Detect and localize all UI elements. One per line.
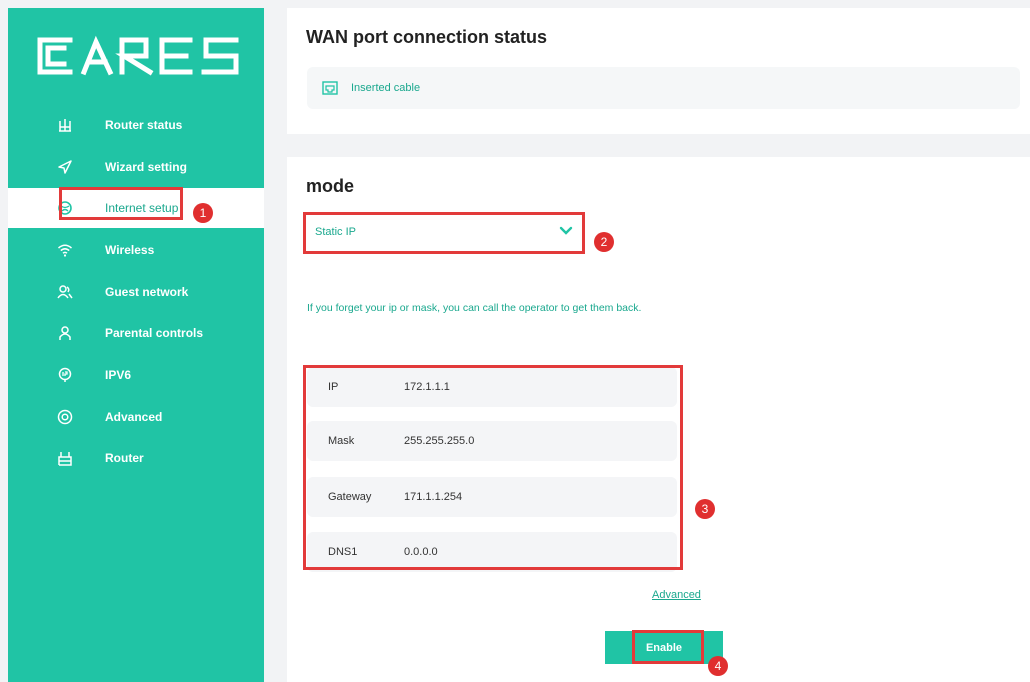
field-label: Mask	[328, 435, 355, 447]
annotation-badge-3: 3	[695, 499, 715, 519]
sidebar-item-ipv6[interactable]: IPV6	[8, 355, 264, 395]
sidebar-item-label: Router status	[105, 118, 183, 132]
sidebar-item-label: Guest network	[105, 285, 189, 299]
connection-mode-select[interactable]: Static IP	[307, 214, 581, 250]
ipv6-icon	[57, 367, 73, 383]
sidebar-item-router[interactable]: Router	[8, 438, 264, 478]
sidebar-item-guest-network[interactable]: Guest network	[8, 272, 264, 312]
sidebar-item-label: IPV6	[105, 368, 132, 382]
ethernet-port-icon	[322, 80, 338, 96]
gateway-field[interactable]: Gateway 171.1.1.254	[307, 477, 677, 517]
sidebar-item-label: Internet setup	[105, 201, 179, 215]
sidebar-item-wizard-setting[interactable]: Wizard setting	[8, 147, 264, 187]
field-value: 171.1.1.254	[404, 491, 463, 503]
wan-status-title: WAN port connection status	[306, 27, 548, 47]
wan-status-box: Inserted cable	[307, 67, 1020, 109]
annotation-badge-1: 1	[193, 203, 213, 223]
field-value: 172.1.1.1	[404, 381, 450, 393]
dns1-field[interactable]: DNS1 0.0.0.0	[307, 532, 677, 572]
mode-title: mode	[306, 176, 355, 196]
sidebar-item-router-status[interactable]: Router status	[8, 105, 264, 145]
field-value: 255.255.255.0	[404, 435, 475, 447]
advanced-link[interactable]: Advanced	[652, 589, 701, 601]
enable-button[interactable]: Enable	[605, 631, 723, 664]
annotation-badge-4: 4	[708, 656, 728, 676]
chevron-down-icon	[559, 223, 573, 241]
sidebar-item-label: Parental controls	[105, 326, 204, 340]
field-value: 0.0.0.0	[404, 546, 438, 558]
sidebar-item-label: Advanced	[105, 410, 163, 424]
annotation-badge-2: 2	[594, 232, 614, 252]
sidebar-item-label: Wireless	[105, 243, 155, 257]
sidebar-item-internet-setup[interactable]: Internet setup	[8, 188, 264, 228]
sidebar-item-parental-controls[interactable]: Parental controls	[8, 313, 264, 353]
sidebar-item-wireless[interactable]: Wireless	[8, 230, 264, 270]
person-icon	[57, 325, 73, 341]
wan-status-text: Inserted cable	[351, 82, 421, 94]
mode-panel: mode Static IP If you forget your ip or …	[287, 157, 1030, 682]
sidebar-item-label: Wizard setting	[105, 160, 187, 174]
send-icon	[57, 159, 73, 175]
brand-logo	[34, 30, 244, 82]
router-icon	[57, 450, 73, 466]
hint-text: If you forget your ip or mask, you can c…	[307, 302, 642, 314]
wifi-icon	[57, 242, 73, 258]
field-label: DNS1	[328, 546, 358, 558]
connection-mode-value: Static IP	[315, 226, 356, 238]
router-status-icon	[57, 117, 73, 133]
advanced-icon	[57, 409, 73, 425]
field-label: Gateway	[328, 491, 372, 503]
sidebar: Router status Wizard setting Internet se…	[8, 8, 264, 682]
ip-field[interactable]: IP 172.1.1.1	[307, 367, 677, 407]
users-icon	[57, 284, 73, 300]
globe-icon	[57, 200, 73, 216]
sidebar-item-label: Router	[105, 451, 144, 465]
wan-status-panel: WAN port connection status Inserted cabl…	[287, 8, 1030, 134]
sidebar-item-advanced[interactable]: Advanced	[8, 397, 264, 437]
mask-field[interactable]: Mask 255.255.255.0	[307, 421, 677, 461]
field-label: IP	[328, 381, 339, 393]
